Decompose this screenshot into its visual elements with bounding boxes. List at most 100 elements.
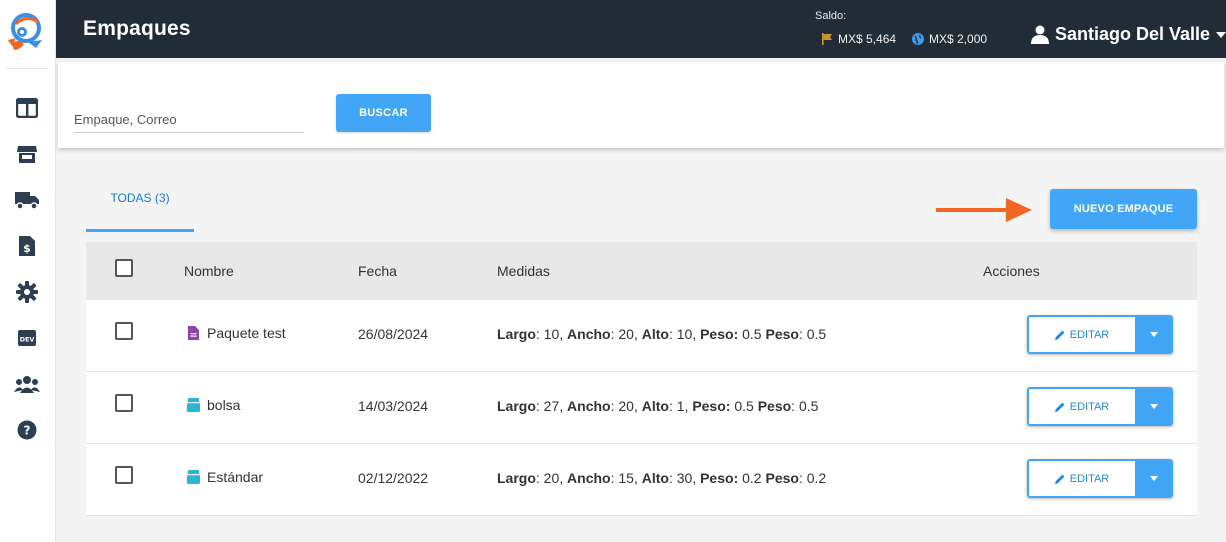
caret-down-icon	[1150, 332, 1158, 337]
edit-button[interactable]: EDITAR	[1027, 387, 1135, 426]
dashboard-icon[interactable]	[14, 95, 40, 121]
table-row: bolsa 14/03/2024 Largo: 27, Ancho: 20, A…	[86, 372, 1197, 444]
edit-button-label: EDITAR	[1069, 400, 1110, 413]
label-peso: Peso:	[700, 326, 739, 342]
balance-flag: MX$ 5,464	[821, 32, 896, 46]
tab-todas[interactable]: TODAS (3)	[86, 170, 194, 232]
box-icon	[187, 470, 200, 484]
value-largo: 10	[543, 326, 560, 342]
row-fecha: 14/03/2024	[358, 398, 429, 414]
user-icon	[1031, 25, 1049, 44]
row-medidas: Largo: 20, Ancho: 15, Alto: 30, Peso: 0.…	[497, 470, 827, 486]
table-row: Estándar 02/12/2022 Largo: 20, Ancho: 15…	[86, 444, 1197, 516]
search-input[interactable]	[74, 107, 304, 133]
packages-table: Nombre Fecha Medidas Acciones Paquete te…	[86, 242, 1197, 516]
label-ancho: Ancho	[567, 398, 611, 414]
svg-text:DEV: DEV	[20, 336, 35, 344]
row-actions: EDITAR	[1027, 315, 1173, 354]
search-button[interactable]: BUSCAR	[336, 94, 431, 132]
row-name: Paquete test	[187, 325, 286, 341]
select-all-checkbox[interactable]	[115, 259, 133, 277]
value-alto: 30	[676, 470, 693, 486]
page-title: Empaques	[83, 17, 191, 40]
row-actions: EDITAR	[1027, 459, 1173, 498]
edit-button-label: EDITAR	[1069, 472, 1110, 485]
balance-globe: MX$ 2,000	[912, 32, 987, 46]
pencil-icon	[1054, 474, 1065, 484]
row-name-label: Paquete test	[207, 325, 286, 341]
row-fecha: 26/08/2024	[358, 326, 429, 342]
table-row: Paquete test 26/08/2024 Largo: 10, Ancho…	[86, 300, 1197, 372]
row-checkbox[interactable]	[115, 466, 133, 484]
dev-icon[interactable]: DEV	[14, 325, 40, 351]
users-icon[interactable]	[14, 371, 40, 397]
tab-todas-label: TODAS (3)	[110, 191, 170, 205]
label-largo: Largo	[497, 470, 536, 486]
header-fecha: Fecha	[358, 263, 397, 279]
edit-button-label: EDITAR	[1069, 328, 1110, 341]
file-icon	[188, 326, 199, 340]
row-checkbox[interactable]	[115, 322, 133, 340]
value-largo: 27	[543, 398, 560, 414]
globe-icon	[912, 33, 924, 45]
value-peso: 0.5	[742, 326, 762, 342]
value-ancho: 20	[618, 398, 634, 414]
store-icon[interactable]	[14, 141, 40, 167]
invoice-icon[interactable]: $	[14, 233, 40, 259]
balance-flag-amount: MX$ 5,464	[838, 32, 897, 46]
row-name-label: bolsa	[207, 397, 241, 413]
label-largo: Largo	[497, 398, 536, 414]
value-peso: 0.2	[742, 470, 762, 486]
header-nombre: Nombre	[184, 263, 234, 279]
user-name: Santiago Del Valle	[1055, 24, 1211, 44]
search-card: BUSCAR	[58, 62, 1224, 148]
user-menu[interactable]: Santiago Del Valle	[1031, 24, 1226, 45]
label-alto: Alto	[641, 326, 669, 342]
row-name-label: Estándar	[207, 469, 264, 485]
sidebar: $ DEV ?	[0, 0, 56, 542]
header-medidas: Medidas	[497, 263, 550, 279]
row-actions: EDITAR	[1027, 387, 1173, 426]
table-header: Nombre Fecha Medidas Acciones	[86, 242, 1197, 300]
help-icon[interactable]: ?	[14, 417, 40, 443]
flag-icon	[822, 33, 832, 45]
pencil-icon	[1054, 330, 1065, 340]
edit-button[interactable]: EDITAR	[1027, 459, 1135, 498]
value-alto: 1	[676, 398, 685, 414]
edit-button[interactable]: EDITAR	[1027, 315, 1135, 354]
chevron-down-icon	[1216, 31, 1226, 38]
edit-dropdown-toggle[interactable]	[1135, 459, 1173, 498]
value-ancho: 15	[618, 470, 634, 486]
saldo-label: Saldo:	[815, 10, 847, 22]
label-peso: Peso:	[700, 470, 739, 486]
value-peso-2: 0.2	[806, 470, 827, 486]
row-fecha: 02/12/2022	[358, 470, 429, 486]
gear-icon[interactable]	[14, 279, 40, 305]
label-peso-2: Peso	[757, 398, 792, 414]
label-ancho: Ancho	[567, 326, 611, 342]
row-name: Estándar	[187, 469, 263, 485]
value-largo: 20	[543, 470, 560, 486]
caret-down-icon	[1150, 476, 1158, 481]
new-package-button[interactable]: NUEVO EMPAQUE	[1050, 189, 1197, 229]
sidebar-divider	[6, 68, 48, 69]
top-header: Empaques Saldo: MX$ 5,464 MX$ 2,000 Sant…	[56, 0, 1226, 58]
balance-globe-amount: MX$ 2,000	[929, 32, 988, 46]
row-medidas: Largo: 27, Ancho: 20, Alto: 1, Peso: 0.5…	[497, 398, 819, 414]
value-alto: 10	[676, 326, 693, 342]
app-logo[interactable]	[6, 10, 48, 54]
truck-icon[interactable]	[14, 187, 40, 213]
row-checkbox[interactable]	[115, 394, 133, 412]
header-acciones: Acciones	[983, 263, 1040, 279]
label-largo: Largo	[497, 326, 536, 342]
label-peso: Peso:	[692, 398, 731, 414]
svg-text:$: $	[23, 242, 31, 255]
pencil-icon	[1054, 402, 1065, 412]
row-name: bolsa	[187, 397, 240, 413]
label-ancho: Ancho	[567, 470, 611, 486]
edit-dropdown-toggle[interactable]	[1135, 315, 1173, 354]
edit-dropdown-toggle[interactable]	[1135, 387, 1173, 426]
tab-active-indicator	[86, 229, 194, 232]
svg-text:?: ?	[24, 424, 31, 438]
value-ancho: 20	[618, 326, 634, 342]
